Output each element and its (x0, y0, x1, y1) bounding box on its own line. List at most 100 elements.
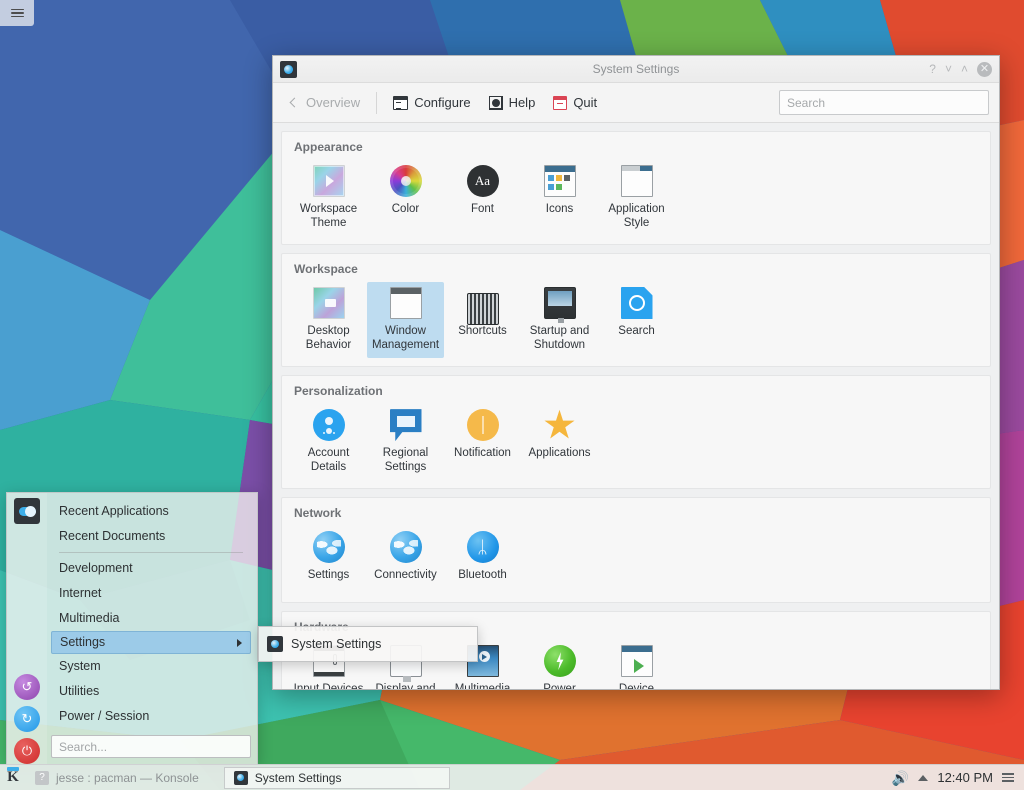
launcher-item-multimedia[interactable]: Multimedia (51, 606, 251, 631)
menu-separator (59, 552, 243, 553)
tile-label: Bluetooth (458, 568, 507, 582)
window-controls: ? ˅ ˄ ✕ (929, 62, 992, 77)
minimize-button[interactable]: ˅ (945, 63, 952, 75)
desktop-toolbox[interactable] (0, 0, 34, 26)
settings-tile[interactable]: Workspace Theme (290, 160, 367, 236)
help-button[interactable]: ? (929, 63, 936, 75)
settings-tile[interactable]: Window Management (367, 282, 444, 358)
notification-icon (467, 409, 499, 441)
tile-label: Settings (308, 568, 350, 582)
settings-tile[interactable]: Connectivity (367, 526, 444, 594)
tile-label: Desktop Behavior (292, 324, 365, 352)
help-icon (489, 96, 503, 110)
tile-label: Workspace Theme (292, 202, 365, 230)
settings-tile[interactable]: Settings (290, 526, 367, 594)
launcher-menu-list: Recent ApplicationsRecent Documents Devel… (47, 493, 257, 764)
task-label: System Settings (255, 771, 342, 785)
tray-menu-icon[interactable] (1002, 773, 1014, 782)
launcher-sidebar: ↺ ↻ ⏻ (7, 493, 47, 764)
launcher-search-box[interactable] (51, 735, 251, 758)
launcher-item-settings[interactable]: Settings (51, 631, 251, 654)
launcher-item-internet[interactable]: Internet (51, 581, 251, 606)
system-settings-icon (267, 636, 283, 652)
volume-muted-icon[interactable]: 🔊 (892, 771, 909, 785)
launcher-item-label: Recent Documents (59, 524, 165, 549)
tile-label: Multimedia (455, 682, 511, 689)
search-box[interactable] (779, 90, 989, 115)
desktop[interactable]: System Settings ? ˅ ˄ ✕ Overview Configu… (0, 0, 1024, 790)
settings-tile[interactable]: Notification (444, 404, 521, 480)
settings-tile[interactable]: Icons (521, 160, 598, 236)
tile-label: Shortcuts (458, 324, 507, 338)
system-settings-window[interactable]: System Settings ? ˅ ˄ ✕ Overview Configu… (272, 55, 1000, 690)
launcher-item-recent-applications[interactable]: Recent Applications (51, 499, 251, 524)
font-icon: Aa (467, 165, 499, 197)
settings-tile[interactable]: Account Details (290, 404, 367, 480)
application-launcher-menu[interactable]: ↺ ↻ ⏻ Recent ApplicationsRecent Document… (6, 492, 258, 765)
tile-label: Application Style (600, 202, 673, 230)
maximize-button[interactable]: ˄ (961, 63, 968, 75)
icons-icon (544, 165, 576, 197)
settings-tile[interactable]: Startup and Shutdown (521, 282, 598, 358)
workspace-theme-icon (313, 165, 345, 197)
quit-button[interactable]: Quit (545, 91, 605, 114)
tile-label: Window Management (369, 324, 442, 352)
kde-kickoff-icon[interactable]: K (0, 765, 26, 790)
power-red-icon[interactable]: ⏻ (14, 738, 40, 764)
launcher-item-recent-documents[interactable]: Recent Documents (51, 524, 251, 549)
settings-tile[interactable]: Application Style (598, 160, 675, 236)
task-button-konsole[interactable]: jesse : pacman — Konsole (26, 767, 208, 789)
settings-tile[interactable]: Color (367, 160, 444, 236)
settings-tile[interactable]: Desktop Behavior (290, 282, 367, 358)
history-purple-icon[interactable]: ↺ (14, 674, 40, 700)
help-menu-button[interactable]: Help (481, 91, 544, 114)
settings-group: AppearanceWorkspace ThemeColorAaFontIcon… (281, 131, 991, 245)
show-hidden-icon[interactable] (918, 775, 928, 781)
launcher-item-label: Internet (59, 581, 101, 606)
settings-tile[interactable]: Search (598, 282, 675, 358)
konsole-icon (35, 771, 49, 785)
tile-label: Search (618, 324, 654, 338)
device-actions-icon (621, 645, 653, 677)
window-titlebar[interactable]: System Settings ? ˅ ˄ ✕ (273, 56, 999, 83)
launcher-item-system[interactable]: System (51, 654, 251, 679)
quit-icon (553, 96, 567, 110)
settings-tile[interactable]: Regional Settings (367, 404, 444, 480)
settings-submenu[interactable]: System Settings (258, 626, 478, 662)
overview-button[interactable]: Overview (283, 91, 368, 114)
clock[interactable]: 12:40 PM (937, 770, 993, 785)
settings-tile[interactable]: Applications (521, 404, 598, 480)
configure-button[interactable]: Configure (385, 91, 478, 114)
desktop-toolbox-icon (11, 9, 24, 18)
settings-tile[interactable]: Device Actions (598, 640, 675, 689)
toolbar-separator (376, 92, 377, 114)
launcher-item-development[interactable]: Development (51, 556, 251, 581)
connectivity-globe-icon (390, 531, 422, 563)
settings-tile[interactable]: ᛦBluetooth (444, 526, 521, 594)
group-title: Workspace (290, 260, 982, 282)
task-button-system-settings[interactable]: System Settings (224, 767, 450, 789)
submenu-item-system-settings[interactable]: System Settings (291, 637, 381, 651)
settings-tile[interactable]: Shortcuts (444, 282, 521, 358)
taskbar: K jesse : pacman — Konsole System Settin… (0, 764, 1024, 790)
tile-label: Icons (546, 202, 574, 216)
launcher-item-label: Power / Session (59, 704, 149, 729)
task-label: jesse : pacman — Konsole (56, 771, 199, 785)
overview-label: Overview (306, 95, 360, 110)
launcher-item-utilities[interactable]: Utilities (51, 679, 251, 704)
desktop-behavior-icon (313, 287, 345, 319)
color-wheel-icon (390, 165, 422, 197)
close-button[interactable]: ✕ (977, 62, 992, 77)
settings-content[interactable]: AppearanceWorkspace ThemeColorAaFontIcon… (273, 123, 999, 689)
launcher-search-input[interactable] (59, 740, 243, 754)
launcher-item-power-session[interactable]: Power / Session (51, 704, 251, 729)
settings-tile[interactable]: Power Management (521, 640, 598, 689)
preferences-toggle-icon[interactable] (14, 498, 40, 524)
sync-blue-icon[interactable]: ↻ (14, 706, 40, 732)
launcher-item-label: Settings (60, 632, 105, 653)
tile-label: Regional Settings (369, 446, 442, 474)
window-title: System Settings (273, 62, 999, 76)
search-input[interactable] (787, 96, 981, 110)
group-title: Network (290, 504, 982, 526)
settings-tile[interactable]: AaFont (444, 160, 521, 236)
